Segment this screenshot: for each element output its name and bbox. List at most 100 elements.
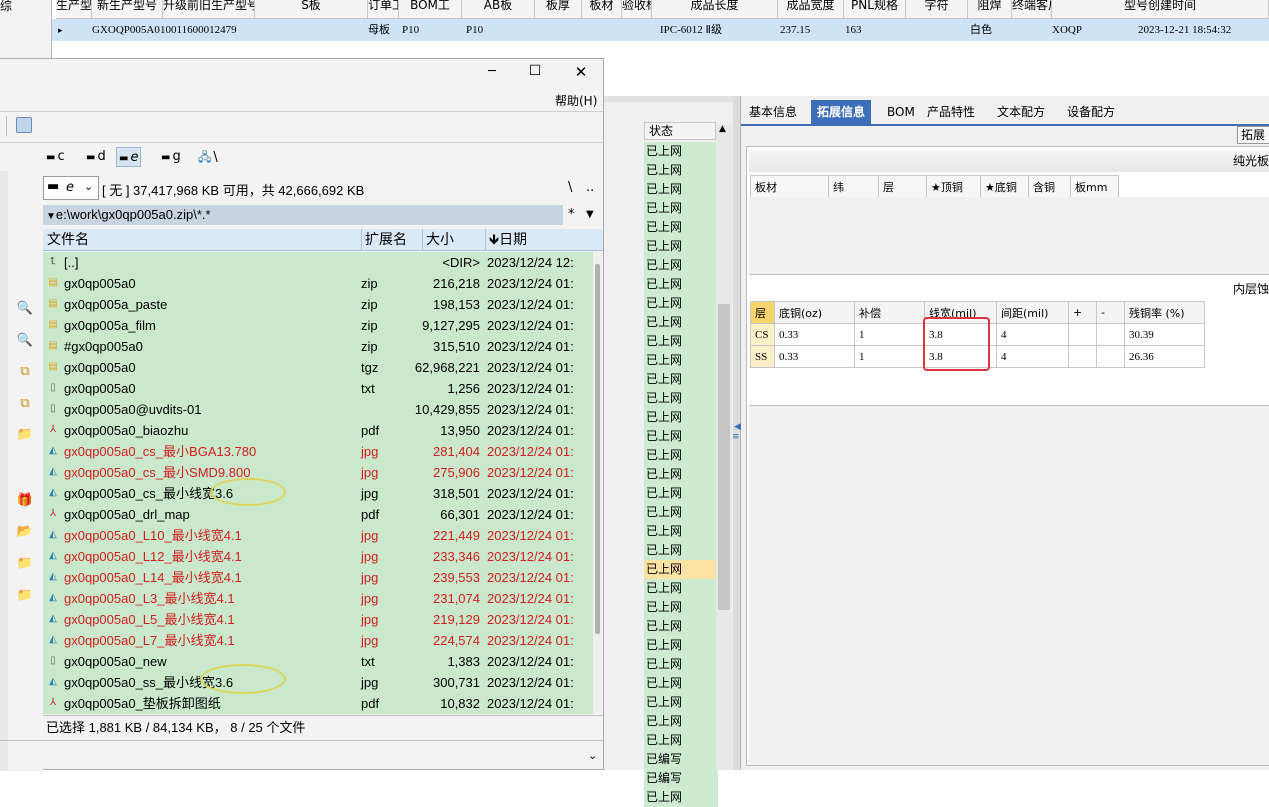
table-cell[interactable] — [1068, 345, 1097, 368]
section2-header[interactable]: - — [1096, 301, 1125, 324]
file-scroll-thumb[interactable] — [595, 264, 600, 634]
grid-header-10[interactable]: 成品长度 — [652, 0, 778, 19]
drive-button-3[interactable]: ▬ g — [159, 147, 183, 167]
status-item[interactable]: 已上网 — [644, 275, 718, 294]
file-scrollbar[interactable] — [593, 252, 603, 714]
status-item[interactable]: 已上网 — [644, 180, 718, 199]
collapse-left-arrow-icon[interactable]: ◀ — [734, 422, 741, 432]
table-cell[interactable]: 4 — [996, 323, 1069, 346]
file-row[interactable]: ▤ gx0qp005a0 zip 216,218 2023/12/24 01: — [43, 273, 593, 294]
menu-help[interactable]: 帮助(H) — [555, 92, 597, 109]
file-row[interactable]: ▯ gx0qp005a0 txt 1,256 2023/12/24 01: — [43, 378, 593, 399]
grid-header-5[interactable]: BOM工 — [399, 0, 462, 19]
file-row[interactable]: ▤ #gx0qp005a0 zip 315,510 2023/12/24 01: — [43, 336, 593, 357]
drive-combo[interactable]: ▬ e ⌄ — [43, 176, 99, 200]
search-icon[interactable]: 🔍 — [16, 301, 34, 317]
table-cell[interactable] — [1096, 323, 1125, 346]
find-icon[interactable]: 🔍 — [16, 333, 34, 349]
grid-header-8[interactable]: 板材 — [582, 0, 622, 19]
grid-header-16[interactable]: 型号创建时间 — [1052, 0, 1269, 19]
file-row[interactable]: ◭ gx0qp005a0_L5_最小线宽4.1 jpg 219,129 2023/12/… — [43, 609, 593, 630]
col-ext-header[interactable]: 扩展名 — [361, 229, 407, 251]
copy-alt-icon[interactable]: ⧉ — [16, 396, 34, 412]
section1-header[interactable]: ★底铜 — [980, 175, 1029, 198]
grid-header-13[interactable]: 字符 — [906, 0, 968, 19]
drive-button-4[interactable]: 🖧 \ — [196, 147, 220, 167]
section2-header[interactable]: + — [1068, 301, 1097, 324]
grid-header-3[interactable]: S板 — [255, 0, 368, 19]
mid-scrollbar[interactable]: ▲ — [716, 124, 732, 770]
section1-header[interactable]: 纬 — [828, 175, 879, 198]
status-item[interactable]: 已上网 — [644, 256, 718, 275]
table-cell[interactable]: 0.33 — [774, 323, 855, 346]
status-item[interactable]: 已上网 — [644, 446, 718, 465]
grid-header-14[interactable]: 阻焊 — [968, 0, 1012, 19]
status-item[interactable]: 已上网 — [644, 142, 718, 161]
status-item[interactable]: 已上网 — [644, 522, 718, 541]
status-item[interactable]: 已上网 — [644, 294, 718, 313]
file-row[interactable]: ⅄ gx0qp005a0_drl_map pdf 66,301 2023/12/24 0… — [43, 504, 593, 525]
status-item[interactable]: 已上网 — [644, 408, 718, 427]
grid-header-6[interactable]: AB板 — [462, 0, 535, 19]
folder-icon[interactable]: 📁 — [16, 556, 34, 572]
section2-header[interactable]: 残铜率 (%) — [1124, 301, 1205, 324]
splitter[interactable]: ≡ — [732, 96, 740, 770]
file-row[interactable]: ▤ gx0qp005a_paste zip 198,153 2023/12/24 01: — [43, 294, 593, 315]
status-item[interactable]: 已编写 — [644, 750, 718, 769]
section2-header[interactable]: 层 — [750, 301, 775, 324]
filter-dropdown-icon[interactable]: ▼ — [586, 209, 594, 220]
drive-button-0[interactable]: ▬ c — [44, 147, 67, 167]
grid-header-1[interactable]: 新生产型号 — [92, 0, 163, 19]
file-row[interactable]: ◭ gx0qp005a0_cs_最小SMD9.800 jpg 275,906 2023/… — [43, 462, 593, 483]
table-cell[interactable] — [1068, 323, 1097, 346]
up-button[interactable]: .. — [586, 180, 594, 195]
status-item[interactable]: 已上网 — [644, 199, 718, 218]
section1-header[interactable]: 含铜 — [1028, 175, 1071, 198]
table-cell[interactable] — [1096, 345, 1125, 368]
col-date-header[interactable]: 🡻日期 — [485, 229, 527, 251]
file-row[interactable]: ◭ gx0qp005a0_cs_最小线宽3.6 jpg 318,501 2023/12/… — [43, 483, 593, 504]
tab-0[interactable]: 基本信息 — [743, 100, 803, 124]
path-filter-star[interactable]: * — [568, 207, 575, 222]
folder-icon[interactable]: 📁 — [16, 588, 34, 604]
section1-header[interactable]: 板材 — [750, 175, 829, 198]
minimize-icon[interactable]: ─ — [484, 64, 500, 79]
status-item[interactable]: 已上网 — [644, 427, 718, 446]
file-row[interactable]: ▯ gx0qp005a0@uvdits-01 10,429,855 2023/12/2… — [43, 399, 593, 420]
file-row[interactable]: ◭ gx0qp005a0_L14_最小线宽4.1 jpg 239,553 2023/12… — [43, 567, 593, 588]
table-cell[interactable]: 1 — [854, 323, 925, 346]
file-row[interactable]: ◭ gx0qp005a0_L3_最小线宽4.1 jpg 231,074 2023/12/… — [43, 588, 593, 609]
section2-header[interactable]: 间距(mil) — [996, 301, 1069, 324]
status-item[interactable]: 已上网 — [644, 313, 718, 332]
file-row[interactable]: ◭ gx0qp005a0_L10_最小线宽4.1 jpg 221,449 2023/12… — [43, 525, 593, 546]
file-row[interactable]: ▤ gx0qp005a_film zip 9,127,295 2023/12/24 01… — [43, 315, 593, 336]
table-cell[interactable]: SS — [750, 345, 775, 368]
grid-header-15[interactable]: 终端客户代码 — [1012, 0, 1052, 19]
status-item[interactable]: 已上网 — [644, 598, 718, 617]
path-bar[interactable]: ▼e:\work\gx0qp005a0.zip\*.* — [43, 205, 563, 225]
tab-4[interactable]: 文本配方 — [991, 100, 1051, 124]
toolbar-button-icon[interactable] — [16, 117, 32, 133]
table-cell[interactable]: 30.39 — [1124, 323, 1205, 346]
status-item[interactable]: 已上网 — [644, 389, 718, 408]
status-item[interactable]: 已上网 — [644, 370, 718, 389]
status-item[interactable]: 已上网 — [644, 731, 718, 750]
status-item[interactable]: 已上网 — [644, 541, 718, 560]
drive-button-1[interactable]: ▬ d — [84, 147, 108, 167]
file-row[interactable]: ⮤ [..] <DIR> 2023/12/24 12: — [43, 252, 593, 273]
file-row[interactable]: ⅄ gx0qp005a0_垫板拆卸图纸 pdf 10,832 2023/12/24 01… — [43, 693, 593, 714]
grid-header-9[interactable]: 验收标准 — [622, 0, 652, 19]
status-item[interactable]: 已上网 — [644, 617, 718, 636]
file-row[interactable]: ▯ gx0qp005a0_new txt 1,383 2023/12/24 01: — [43, 651, 593, 672]
col-name-header[interactable]: 文件名 — [47, 229, 89, 251]
file-row[interactable]: ◭ gx0qp005a0_L7_最小线宽4.1 jpg 224,574 2023/12/… — [43, 630, 593, 651]
status-item[interactable]: 已上网 — [644, 218, 718, 237]
chevron-down-icon[interactable]: ⌄ — [84, 180, 93, 193]
close-icon[interactable]: ✕ — [572, 63, 590, 81]
section1-header[interactable]: ★顶铜 — [926, 175, 981, 198]
status-item[interactable]: 已上网 — [644, 674, 718, 693]
maximize-icon[interactable]: ☐ — [526, 63, 544, 79]
drive-button-2[interactable]: ▬ e — [116, 147, 142, 167]
status-item[interactable]: 已上网 — [644, 579, 718, 598]
section1-header[interactable]: 板mm — [1070, 175, 1119, 198]
